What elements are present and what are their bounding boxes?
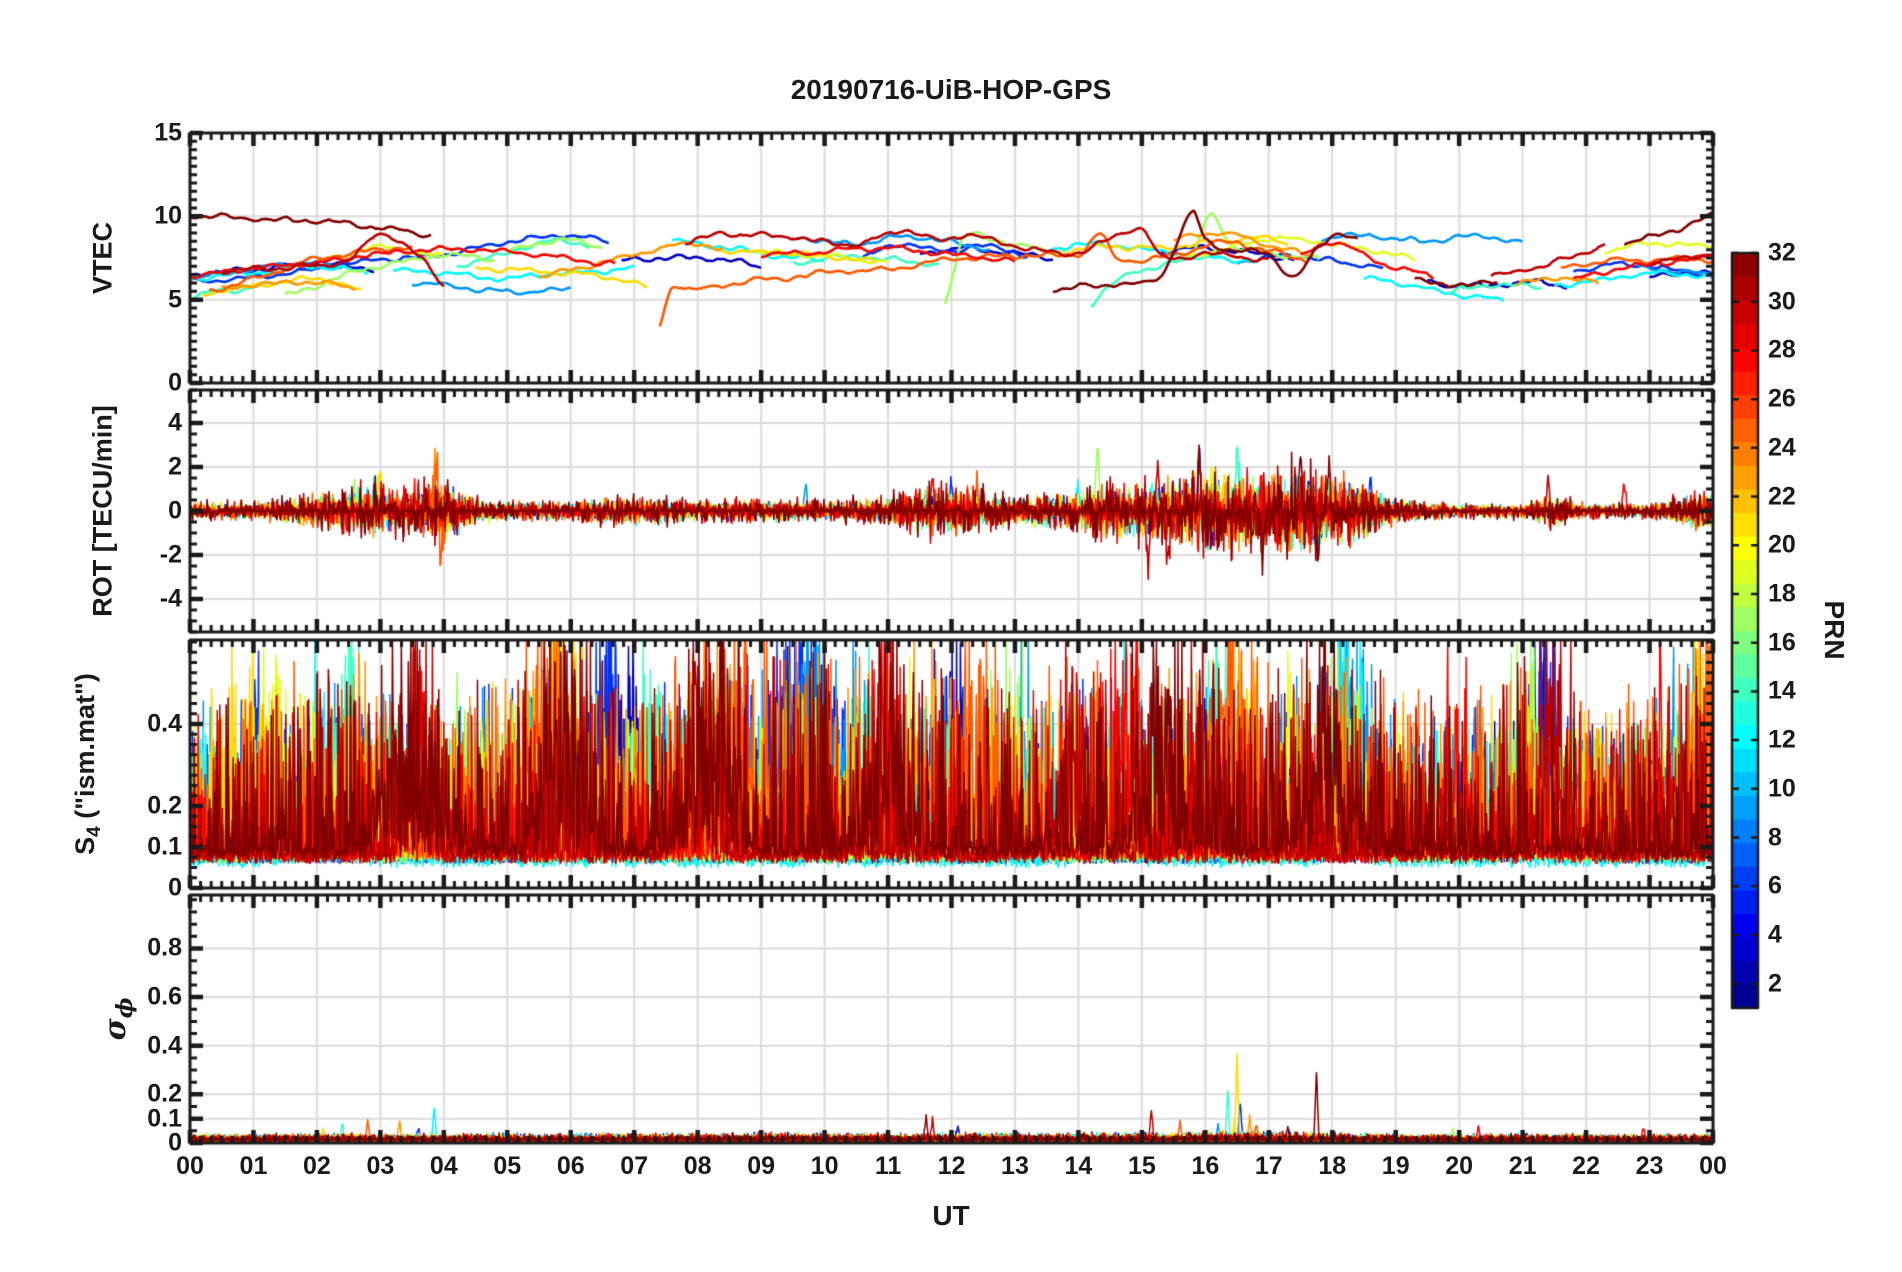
x-tick-label: 14: [1064, 1152, 1093, 1180]
x-tick-label: 02: [303, 1152, 331, 1180]
colorbar-tick-label: 24: [1768, 433, 1796, 462]
colorbar-tick-label: 20: [1768, 530, 1796, 559]
colorbar-tick-label: 26: [1768, 384, 1796, 413]
colorbar-tick-label: 18: [1768, 579, 1796, 608]
colorbar-tick-label: 28: [1768, 335, 1796, 364]
x-tick-label: 20: [1445, 1152, 1474, 1180]
x-tick-label: 18: [1318, 1152, 1347, 1180]
y-tick-label-sigma: 0.2: [147, 1079, 182, 1108]
x-tick-label: 11: [874, 1152, 902, 1180]
colorbar-tick-label: 12: [1768, 725, 1796, 754]
y-tick-label-sigma: 0.8: [147, 933, 182, 962]
x-axis-label: UT: [932, 1200, 970, 1231]
x-tick-label: 12: [937, 1152, 966, 1180]
y-tick-label-s4: 0.1: [147, 832, 182, 861]
x-tick-label: 21: [1508, 1152, 1537, 1180]
x-tick-label: 00: [1699, 1152, 1727, 1180]
y-tick-label-vtec: 10: [154, 201, 182, 230]
y-tick-label-vtec: 5: [168, 285, 182, 314]
colorbar-label: PRN: [1819, 600, 1850, 660]
colorbar-tick-label: 32: [1768, 238, 1796, 267]
y-tick-label-s4: 0: [168, 873, 182, 902]
x-tick-label: 15: [1127, 1152, 1156, 1180]
colorbar-tick-label: 10: [1768, 774, 1796, 803]
x-tick-label: 13: [1001, 1152, 1029, 1180]
y-tick-label-s4: 0.2: [147, 791, 182, 820]
y-tick-label-rot: -2: [159, 540, 182, 569]
y-tick-label-rot: -4: [159, 584, 182, 613]
chart-title: 20190716-UiB-HOP-GPS: [790, 74, 1112, 105]
x-tick-label: 07: [620, 1152, 649, 1180]
y-tick-label-rot: 0: [168, 496, 182, 525]
x-tick-label: 10: [810, 1152, 839, 1180]
colorbar-tick-label: 8: [1768, 823, 1782, 852]
x-tick-label: 03: [366, 1152, 395, 1180]
y-tick-label-s4: 0.4: [147, 709, 182, 738]
y-tick-label-rot: 2: [168, 452, 182, 481]
colorbar-tick-label: 22: [1768, 482, 1796, 511]
x-tick-label: 06: [556, 1152, 585, 1180]
y-axis-label-s4: S4 ("ism.mat"): [70, 673, 106, 855]
x-tick-label: 08: [683, 1152, 712, 1180]
colorbar-tick-label: 6: [1768, 871, 1782, 900]
y-tick-label-rot: 4: [168, 408, 182, 437]
y-tick-label-vtec: 15: [154, 118, 182, 147]
colorbar-tick-label: 4: [1768, 920, 1782, 949]
y-tick-label-sigma: 0.4: [147, 1031, 182, 1060]
figure: 20190716-UiB-HOP-GPS UT VTEC ROT [TECU/m…: [0, 0, 1902, 1272]
colorbar-tick-label: 2: [1768, 969, 1782, 998]
x-tick-label: 09: [747, 1152, 776, 1180]
x-tick-label: 05: [493, 1152, 522, 1180]
x-tick-label: 19: [1381, 1152, 1410, 1180]
x-tick-label: 23: [1635, 1152, 1664, 1180]
x-tick-label: 04: [429, 1152, 458, 1180]
x-tick-label: 17: [1254, 1152, 1283, 1180]
y-axis-label-vtec: VTEC: [87, 221, 118, 295]
x-tick-label: 01: [239, 1152, 268, 1180]
x-tick-label: 22: [1572, 1152, 1600, 1180]
colorbar-tick-label: 14: [1768, 676, 1796, 705]
colorbar-tick-label: 30: [1768, 287, 1796, 316]
y-tick-label-vtec: 0: [168, 368, 182, 397]
y-tick-label-sigma: 0.6: [147, 982, 182, 1011]
chart-canvas: [0, 0, 1902, 1272]
colorbar-tick-label: 16: [1768, 628, 1796, 657]
x-tick-label: 16: [1191, 1152, 1220, 1180]
